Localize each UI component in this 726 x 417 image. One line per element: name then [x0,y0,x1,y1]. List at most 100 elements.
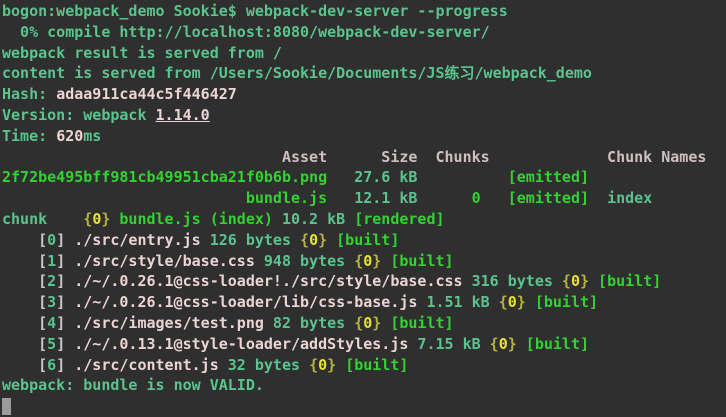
text-segment: chunk [2,210,83,228]
text-segment [65,231,74,249]
terminal-line: [1] ./src/style/base.css 948 bytes {0} [… [2,251,726,272]
terminal-line: [5] ./~/.0.13.1@style-loader/addStyles.j… [2,334,726,355]
text-segment: ] [56,252,65,270]
text-segment: ./~/.0.26.1@css-loader!./src/style/base.… [74,272,462,290]
text-segment: 126 bytes [201,231,300,249]
text-segment: bundle.js [246,189,327,207]
terminal-line: [2] ./~/.0.26.1@css-loader!./src/style/b… [2,271,726,292]
text-segment [65,335,74,353]
text-segment [2,231,38,249]
text-segment: 0 [309,231,318,249]
text-segment: 1.14.0 [156,106,210,124]
text-segment: 6 [47,356,56,374]
text-segment [65,272,74,290]
text-segment [336,356,345,374]
text-segment: } [327,356,336,374]
terminal-line: Version: webpack 1.14.0 [2,105,726,126]
text-segment: 82 bytes [264,314,354,332]
terminal-line: 2f72be495bff981cb49951cba21f0b6b.png 27.… [2,167,726,188]
text-segment: [built] [390,314,453,332]
text-segment: ./src/entry.js [74,231,200,249]
text-segment [2,272,38,290]
terminal-output[interactable]: bogon:webpack_demo Sookie$ webpack-dev-s… [0,0,726,417]
text-segment: 0 [508,293,517,311]
text-segment: 4 [47,314,56,332]
text-segment: [emitted] [508,189,589,207]
text-segment: 10.2 kB [273,210,354,228]
text-segment: ] [56,293,65,311]
text-segment [517,335,526,353]
text-segment: } [517,293,526,311]
text-segment: 12.1 kB [327,189,472,207]
terminal-line: [0] ./src/entry.js 126 bytes {0} [built] [2,230,726,251]
text-segment: 7.15 kB [408,335,489,353]
text-segment: { [499,293,508,311]
text-segment: index [607,189,652,207]
text-segment: 620 [56,127,83,145]
text-segment [65,252,74,270]
text-segment: [built] [535,293,598,311]
text-segment [2,293,38,311]
text-segment: [built] [336,231,399,249]
text-segment: ] [56,272,65,290]
text-segment: { [83,210,92,228]
text-segment: [ [38,272,47,290]
text-segment: 1 [47,252,56,270]
text-segment: { [562,272,571,290]
terminal-line: bogon:webpack_demo Sookie$ webpack-dev-s… [2,1,726,22]
terminal-cursor [2,398,11,415]
text-segment: Version: webpack [2,106,156,124]
text-segment: } [318,231,327,249]
terminal-line: chunk {0} bundle.js (index) 10.2 kB [ren… [2,209,726,230]
text-segment: 0 [47,231,56,249]
text-segment: 5 [47,335,56,353]
text-segment: content is served from /Users/Sookie/Doc… [2,64,592,82]
text-segment: bundle.js (index) [119,210,273,228]
text-segment: webpack result is served from / [2,44,282,62]
text-segment [2,335,38,353]
text-segment [65,314,74,332]
text-segment: { [354,252,363,270]
text-segment: [built] [390,252,453,270]
terminal-line: Hash: adaa911ca44c5f446427 [2,84,726,105]
terminal-line: [3] ./~/.0.26.1@css-loader/lib/css-base.… [2,292,726,313]
text-segment: { [354,314,363,332]
text-segment: 0 [92,210,101,228]
text-segment: } [580,272,589,290]
text-segment: [emitted] [508,168,589,186]
text-segment [526,293,535,311]
text-segment [381,314,390,332]
text-segment: 27.6 kB [327,168,508,186]
terminal-line: [6] ./src/content.js 32 bytes {0} [built… [2,355,726,376]
text-segment [481,189,508,207]
text-segment [589,189,607,207]
text-segment [65,356,74,374]
text-segment: ] [56,356,65,374]
terminal-line: webpack result is served from / [2,43,726,64]
text-segment [589,272,598,290]
text-segment: 316 bytes [463,272,562,290]
text-segment: [built] [526,335,589,353]
text-segment: [ [38,231,47,249]
text-segment [327,231,336,249]
text-segment: 1.51 kB [417,293,498,311]
text-segment: webpack: bundle is now VALID. [2,376,264,394]
terminal-line [2,396,726,417]
text-segment: } [372,314,381,332]
text-segment: bogon:webpack_demo Sookie$ webpack-dev-s… [2,2,508,20]
text-segment: [ [38,314,47,332]
text-segment: { [309,356,318,374]
text-segment: ./~/.0.26.1@css-loader/lib/css-base.js [74,293,417,311]
text-segment: 0 [363,314,372,332]
text-segment: [rendered] [354,210,444,228]
text-segment [2,314,38,332]
text-segment [65,293,74,311]
text-segment: Time: [2,127,56,145]
text-segment: 0% compile http://localhost:8080/webpack… [2,23,490,41]
text-segment: ms [83,127,101,145]
terminal-line: [4] ./src/images/test.png 82 bytes {0} [… [2,313,726,334]
text-segment: 2 [47,272,56,290]
text-segment: 0 [571,272,580,290]
text-segment [381,252,390,270]
text-segment: 2f72be495bff981cb49951cba21f0b6b.png [2,168,327,186]
